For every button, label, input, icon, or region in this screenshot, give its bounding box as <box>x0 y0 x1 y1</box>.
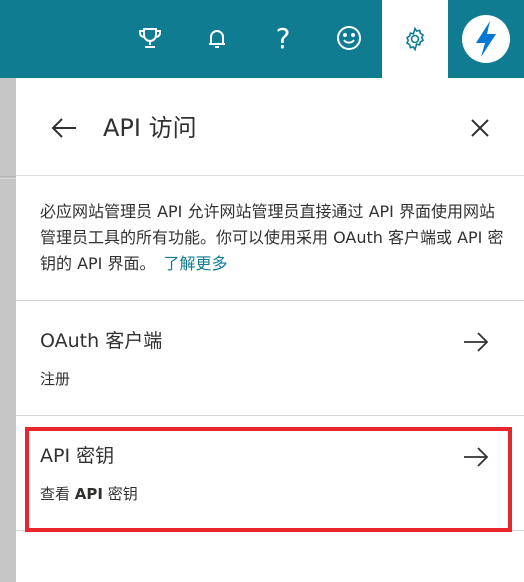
background-page-strip <box>0 78 16 582</box>
option-subtitle: 注册 <box>40 370 71 388</box>
smiley-icon[interactable] <box>327 16 371 60</box>
strip-divider <box>0 176 16 177</box>
option-api-key[interactable]: API 密钥 查看 API 密钥 <box>16 415 524 530</box>
option-title: API 密钥 <box>40 445 115 467</box>
arrow-right-icon <box>460 328 492 356</box>
settings-tab[interactable] <box>382 0 448 78</box>
brand-bolt-icon <box>462 15 510 63</box>
brand-logo[interactable] <box>448 0 524 78</box>
help-glyph: ? <box>275 21 291 55</box>
subtitle-prefix: 查看 <box>40 485 75 503</box>
arrow-left-icon <box>51 118 76 138</box>
bell-icon[interactable] <box>195 16 239 60</box>
panel-header: API 访问 <box>16 78 524 176</box>
section-divider <box>16 530 524 531</box>
trophy-icon[interactable] <box>128 16 172 60</box>
option-oauth-client[interactable]: OAuth 客户端 注册 <box>16 300 524 415</box>
gear-icon <box>405 26 425 52</box>
strip-divider <box>0 178 16 179</box>
description-text: 必应网站管理员 API 允许网站管理员直接通过 API 界面使用网站管理员工具的… <box>40 202 504 273</box>
close-button[interactable] <box>464 112 496 144</box>
learn-more-link[interactable]: 了解更多 <box>164 254 228 273</box>
back-button[interactable] <box>48 112 80 144</box>
option-title: OAuth 客户端 <box>40 330 163 352</box>
help-icon[interactable]: ? <box>261 16 305 60</box>
subtitle-bold: API <box>74 485 103 503</box>
api-access-panel: API 访问 必应网站管理员 API 允许网站管理员直接通过 API 界面使用网… <box>16 78 524 582</box>
subtitle-suffix: 密钥 <box>102 485 138 503</box>
close-icon <box>471 119 489 137</box>
panel-title: API 访问 <box>103 114 197 142</box>
panel-description: 必应网站管理员 API 允许网站管理员直接通过 API 界面使用网站管理员工具的… <box>40 199 510 277</box>
top-bar: ? <box>0 0 524 78</box>
option-subtitle: 查看 API 密钥 <box>40 483 138 505</box>
arrow-right-icon <box>460 443 492 471</box>
